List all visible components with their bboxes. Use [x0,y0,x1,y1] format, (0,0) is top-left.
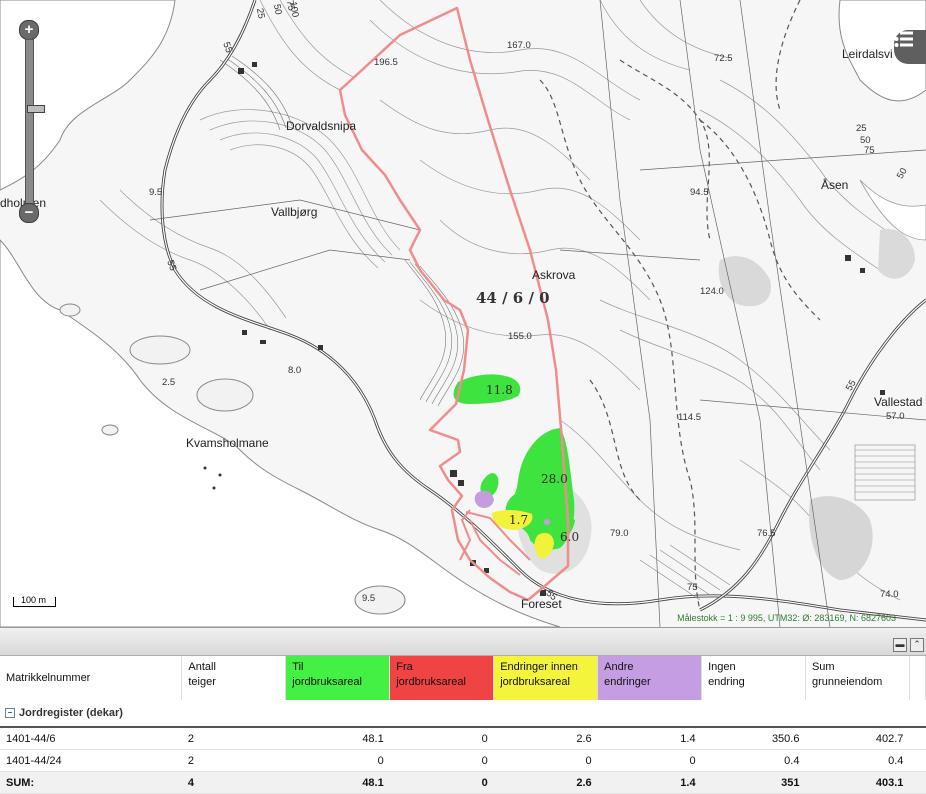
sum-row: SUM: 4 48.1 0 2.6 1.4 351 403.1 [0,771,926,794]
area-label: 1.7 [509,513,529,527]
spot-height: 75 [687,582,698,593]
spot-height: 76.5 [757,528,776,539]
cell-teiger: 2 [181,749,286,772]
cell-teiger: 2 [181,727,286,750]
cell-ingen: 350.6 [701,727,806,750]
area-label: 28.0 [541,472,568,486]
cell-til: 48.1 [285,771,390,794]
scale-bar: 100 m [13,595,56,607]
column-header[interactable]: Antall teiger [181,656,287,700]
map-view[interactable]: Dorvaldsnipa Vallbjørg Askrova Kvamsholm… [0,0,926,627]
scale-bar-label: 100 m [21,595,47,605]
place-label: Vallbjørg [271,205,318,219]
minimize-panel-button[interactable]: ▬ [893,638,907,652]
cell-andre: 1.4 [597,771,702,794]
cell-sum: 0.4 [805,749,910,772]
area-label: 11.8 [486,383,513,397]
results-panel: ▬ ⌃ Matrikkelnummer Antall teiger Til jord… [0,627,926,794]
place-label: Leirdalsvi [842,47,893,61]
column-header-til[interactable]: Til jordbruksareal [285,656,391,700]
zoom-control: + − [19,20,45,223]
contour-label: 75 [864,145,875,156]
cell-andre: 0 [597,749,702,772]
contour-label: 25 [253,7,267,20]
contour-label: 25 [856,123,867,134]
column-header-innen[interactable]: Endringer innen jordbruksareal [493,656,599,700]
column-header-andre[interactable]: Andre endringer [597,656,703,700]
map-canvas[interactable] [0,0,926,627]
zoom-out-button[interactable]: − [19,203,39,223]
place-label: Foreset [521,597,562,611]
layer-switcher-button[interactable] [894,30,926,64]
table-row[interactable]: 1401-44/6 2 48.1 0 2.6 1.4 350.6 402.7 [0,727,926,750]
table-header-row: Matrikkelnummer Antall teiger Til jordbruk… [0,656,926,700]
property-label: 44 / 6 / 0 [476,289,550,307]
spot-height: 74.0 [880,589,899,600]
zoom-slider-handle[interactable] [27,105,45,113]
place-label: Askrova [532,268,576,282]
contour-label: 50 [270,3,284,16]
place-label: Vallestad [874,395,923,409]
cell-teiger: 4 [181,771,286,794]
group-row[interactable]: − Jordregister (dekar) [0,700,926,728]
scale-coordinates-readout: Målestokk = 1 : 9 995, UTM32: Ø: 283169,… [677,613,896,623]
cell-til: 0 [285,749,390,772]
spot-height: 124.0 [700,286,724,297]
spot-height: 57.0 [886,411,905,422]
cell-ingen: 0.4 [701,749,806,772]
area-label: 6.0 [560,530,580,544]
cell-innen: 0 [493,749,598,772]
spot-height: 114.5 [678,412,702,423]
collapse-toggle-icon[interactable]: − [5,708,15,719]
list-icon [894,31,913,47]
column-header[interactable]: Sum grunneiendom [805,656,910,700]
cell-matrikkel: 1401-44/6 [0,727,182,750]
zoom-slider-track[interactable] [25,39,45,213]
cell-ingen: 351 [701,771,806,794]
zoom-in-button[interactable]: + [19,20,39,40]
spot-height: 9.5 [362,593,376,604]
column-header[interactable]: Ingen endring [701,656,806,700]
spot-height: 72.5 [714,53,733,64]
spot-height: 155.0 [508,331,532,342]
spot-height: 167.0 [507,40,531,51]
spot-height: 94.5 [690,187,709,198]
cell-andre: 1.4 [597,727,702,750]
spot-height: 196.5 [374,57,398,68]
column-header[interactable]: Matrikkelnummer [0,656,183,700]
cell-innen: 2.6 [493,771,598,794]
cell-matrikkel: 1401-44/24 [0,749,182,772]
spot-height: 9.5 [149,187,163,198]
place-label: Kvamsholmane [186,436,269,450]
cell-sum: 402.7 [805,727,910,750]
cell-fra: 0 [389,749,494,772]
cell-sum: 403.1 [805,771,910,794]
collapse-panel-button[interactable]: ⌃ [910,638,924,652]
spot-height: 8.0 [288,365,302,376]
column-header-fra[interactable]: Fra jordbruksareal [389,656,495,700]
place-label: Åsen [821,178,849,192]
place-label: Dorvaldsnipa [286,119,357,133]
cell-fra: 0 [389,727,494,750]
panel-toolbar: ▬ ⌃ [0,628,926,656]
group-label: Jordregister (dekar) [19,707,123,719]
spot-height: 79.0 [610,528,629,539]
results-table: Matrikkelnummer Antall teiger Til jordbruk… [0,656,926,794]
spot-height: 2.5 [162,377,176,388]
cell-fra: 0 [389,771,494,794]
table-row[interactable]: 1401-44/24 2 0 0 0 0 0.4 0.4 [0,749,926,772]
cell-innen: 2.6 [493,727,598,750]
cell-til: 48.1 [285,727,390,750]
cell-matrikkel: SUM: [0,771,182,794]
